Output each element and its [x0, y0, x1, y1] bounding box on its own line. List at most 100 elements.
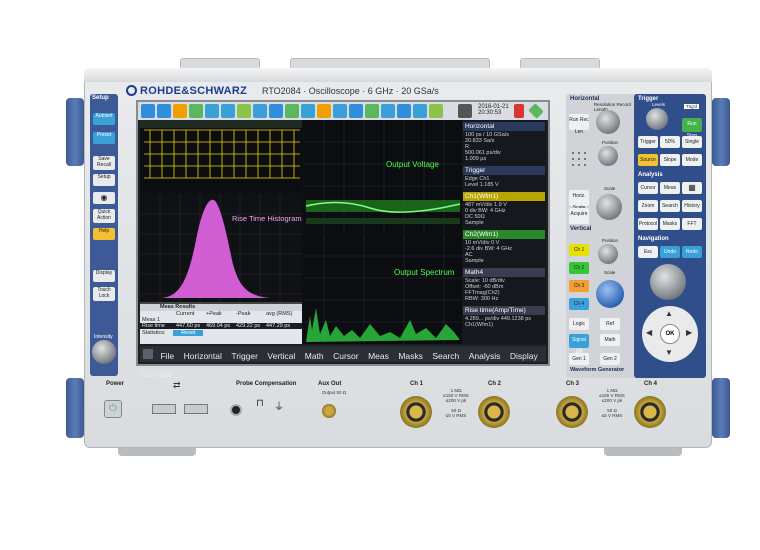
search-button[interactable]: Search — [660, 200, 680, 212]
zoom-icon[interactable] — [205, 104, 219, 118]
menu-cursor[interactable]: Cursor — [333, 351, 359, 361]
save-recall-button[interactable]: Save Recall — [93, 156, 115, 170]
down-arrow-icon[interactable]: ▼ — [665, 348, 673, 357]
levels-knob[interactable] — [646, 108, 668, 130]
history-icon[interactable] — [301, 104, 315, 118]
menu-horizontal[interactable]: Horizontal — [184, 351, 222, 361]
protocol-button[interactable]: Protocol — [638, 218, 658, 230]
up-arrow-icon[interactable]: ▲ — [665, 309, 673, 318]
display-button[interactable]: Display — [93, 270, 115, 282]
sidebar-header[interactable]: Math4 — [463, 268, 545, 277]
esc-button[interactable]: Esc — [638, 246, 658, 258]
sidebar-header[interactable]: Ch1(Wfm1) — [463, 192, 545, 201]
usb-port-2[interactable] — [184, 404, 208, 414]
menu-file[interactable]: File — [160, 351, 174, 361]
menu-grid-icon[interactable] — [143, 349, 153, 359]
sidebar-header[interactable]: Ch2(Wfm1) — [463, 230, 545, 239]
source-button[interactable]: Source — [638, 154, 658, 166]
usb-port-1[interactable] — [152, 404, 176, 414]
ch1-button[interactable]: Ch 1 — [569, 244, 589, 256]
horiz-scale-button[interactable]: Horiz. Scale — [569, 190, 589, 211]
menu-masks[interactable]: Masks — [398, 351, 423, 361]
power-button[interactable]: ⏻ — [104, 400, 122, 418]
menu-trigger[interactable]: Trigger — [231, 351, 258, 361]
mask-icon[interactable] — [269, 104, 283, 118]
navigation-knob[interactable] — [650, 264, 686, 300]
autoset-button[interactable]: Autoset — [93, 113, 115, 125]
screenshot-icon[interactable] — [381, 104, 395, 118]
preset-button[interactable]: Preset — [93, 132, 115, 144]
ok-button[interactable]: OK — [660, 324, 680, 344]
50-percent-button[interactable]: 50% — [660, 136, 680, 148]
fft-icon[interactable] — [253, 104, 267, 118]
home-icon[interactable] — [141, 104, 155, 118]
gen1-button[interactable]: Gen 1 — [569, 353, 589, 365]
menu-math[interactable]: Math — [305, 351, 324, 361]
probe-ground-jack[interactable] — [230, 404, 242, 416]
undo-button[interactable]: Undo — [660, 246, 680, 258]
v-scale-knob[interactable] — [596, 280, 624, 308]
logic-button[interactable]: Logic — [569, 318, 589, 330]
menu-analysis[interactable]: Analysis — [469, 351, 501, 361]
quick-action-button[interactable]: Quick Action — [93, 209, 115, 223]
single-button[interactable]: Single — [682, 136, 702, 148]
menu-tutorials[interactable]: Tutorials — [140, 369, 172, 379]
gen-icon[interactable] — [365, 104, 379, 118]
report-icon[interactable] — [397, 104, 411, 118]
ch3-connector[interactable] — [556, 396, 588, 428]
menu-meas[interactable]: Meas — [368, 351, 389, 361]
menu-display[interactable]: Display — [510, 351, 538, 361]
touch-lock-button[interactable]: Touch Lock — [93, 287, 115, 301]
sidebar-header[interactable]: Rise time(Amp/Time) — [463, 306, 545, 315]
camera-icon[interactable]: ◉ — [93, 192, 115, 204]
cursor-icon[interactable] — [237, 104, 251, 118]
left-arrow-icon[interactable]: ◀ — [646, 328, 652, 337]
h-scale-knob[interactable] — [596, 194, 622, 220]
ch2-button[interactable]: Ch 2 — [569, 262, 589, 274]
slope-button[interactable]: Slope — [660, 154, 680, 166]
mode-button[interactable]: Mode — [682, 154, 702, 166]
zoom-button[interactable]: Zoom — [638, 200, 658, 212]
menu-vertical[interactable]: Vertical — [267, 351, 295, 361]
run-stop-button[interactable]: Run Stop — [682, 118, 702, 139]
acquire-button[interactable]: Acquire — [569, 208, 589, 224]
math-button[interactable]: Math — [600, 334, 620, 346]
ch2-connector[interactable] — [478, 396, 510, 428]
sidebar-header[interactable]: Horizontal — [463, 122, 545, 131]
help-button[interactable]: Help — [93, 228, 115, 240]
reset-button[interactable]: Reset — [173, 330, 204, 336]
meas-icon[interactable] — [221, 104, 235, 118]
meas-button[interactable]: Meas — [660, 182, 680, 194]
search-icon[interactable] — [285, 104, 299, 118]
signal-off-button[interactable]: Signal Off — [569, 334, 589, 355]
setup-button[interactable]: Setup — [93, 174, 115, 186]
v-position-knob[interactable] — [598, 244, 618, 264]
ref-button[interactable]: Ref — [600, 318, 620, 330]
intensity-knob[interactable] — [92, 340, 116, 364]
gen2-button[interactable]: Gen 2 — [600, 353, 620, 365]
ch3-button[interactable]: Ch 3 — [569, 280, 589, 292]
menu-search[interactable]: Search — [432, 351, 459, 361]
settings-icon[interactable] — [413, 104, 427, 118]
math-icon[interactable] — [349, 104, 363, 118]
resolution-knob[interactable] — [596, 110, 620, 134]
touch-icon[interactable] — [189, 104, 203, 118]
undo-icon[interactable] — [157, 104, 171, 118]
right-arrow-icon[interactable]: ▶ — [686, 328, 692, 337]
aux-out-connector[interactable] — [322, 404, 336, 418]
layout-icon[interactable] — [429, 104, 443, 118]
h-position-knob[interactable] — [598, 146, 618, 166]
ch4-button[interactable]: Ch 4 — [569, 298, 589, 310]
redo-button[interactable]: Redo — [682, 246, 702, 258]
ch1-connector[interactable] — [400, 396, 432, 428]
fft-button[interactable]: FFT — [682, 218, 702, 230]
masks-button[interactable]: Masks — [660, 218, 680, 230]
cursor-button[interactable]: Cursor — [638, 182, 658, 194]
trigger-button[interactable]: Trigger — [638, 136, 658, 148]
run-rec-len-button[interactable]: Run Rec Len — [569, 114, 589, 135]
history-button[interactable]: History — [682, 200, 702, 212]
ch4-connector[interactable] — [634, 396, 666, 428]
help-icon[interactable] — [173, 104, 187, 118]
sidebar-header[interactable]: Trigger — [463, 166, 545, 175]
ref-icon[interactable] — [333, 104, 347, 118]
